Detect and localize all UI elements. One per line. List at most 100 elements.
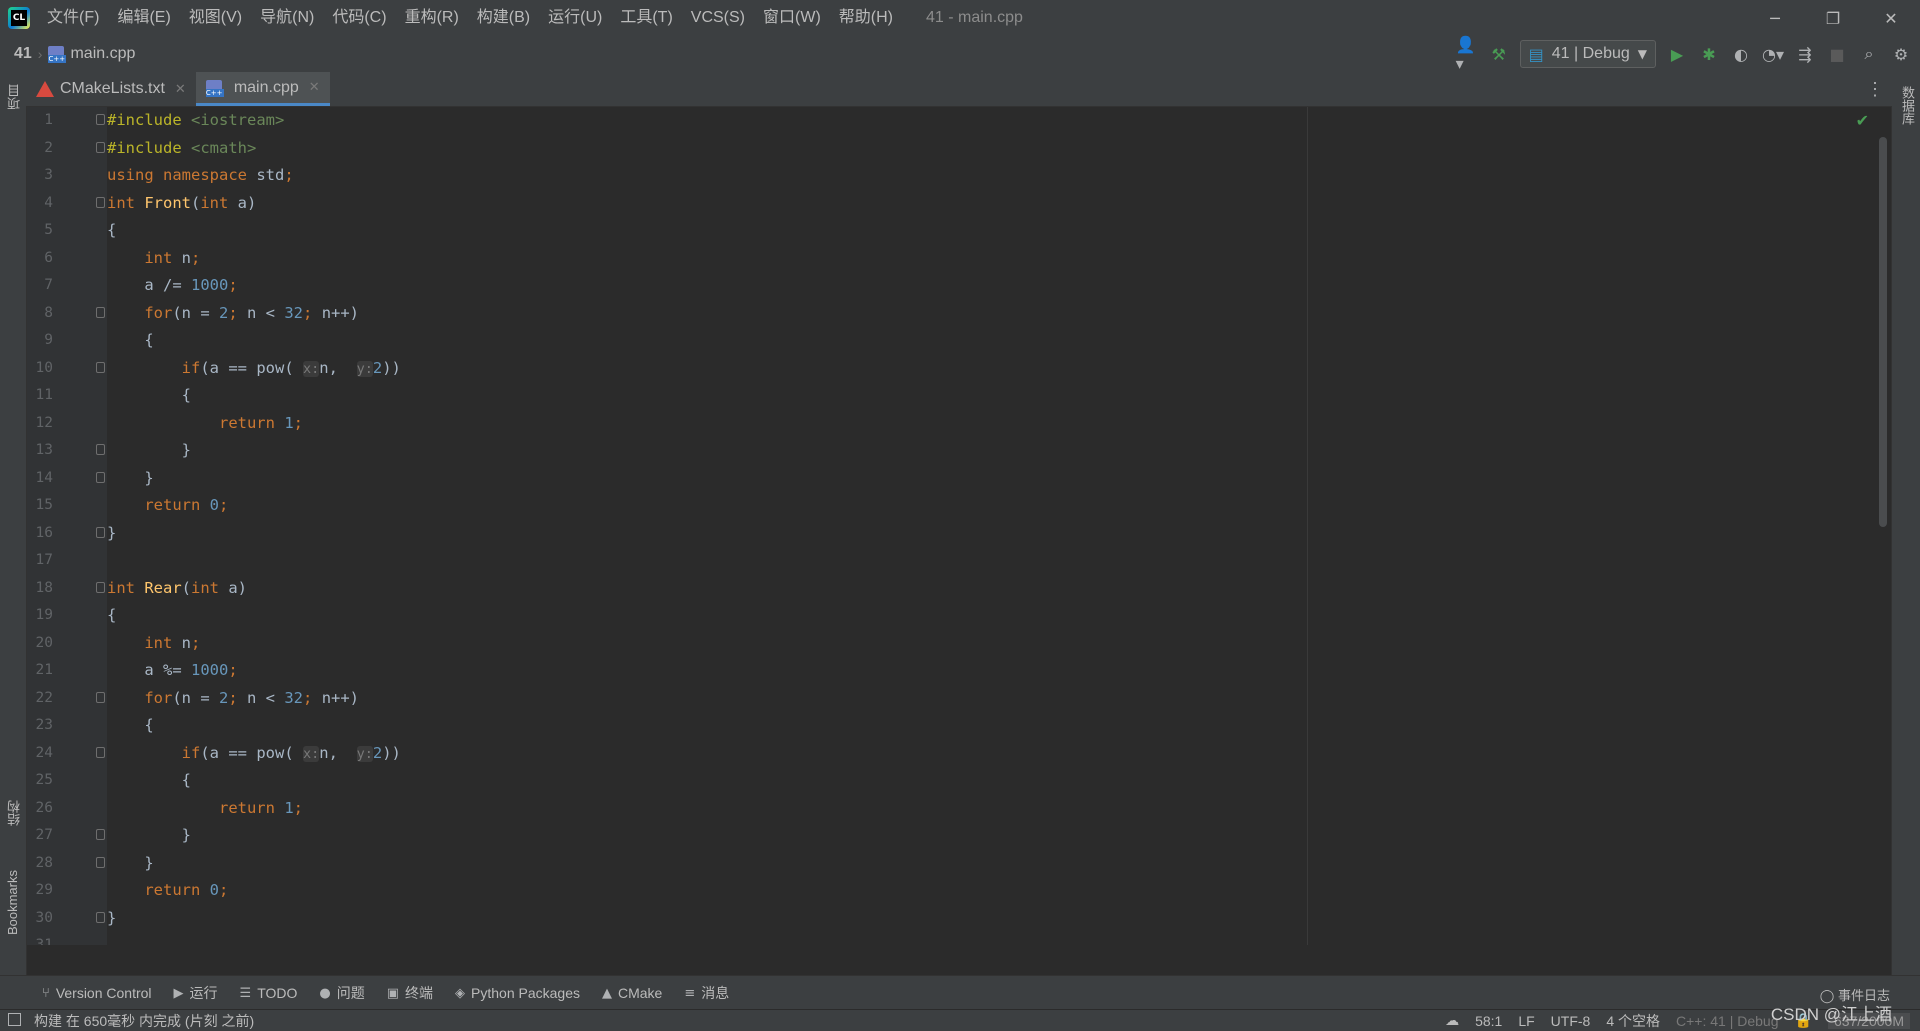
search-icon[interactable]: ⌕ <box>1858 43 1880 65</box>
attach-icon[interactable]: ⇶ <box>1794 43 1816 65</box>
code-line[interactable]: 17 <box>27 547 1891 574</box>
project-panel-toggle[interactable]: 项目 <box>5 84 24 110</box>
fold-marker-icon[interactable] <box>96 196 105 208</box>
code-line[interactable]: 3 using namespace std; <box>27 162 1891 189</box>
tool-window-消息[interactable]: ≡ 消息 <box>684 983 729 1003</box>
code-line[interactable]: 30} <box>27 905 1891 932</box>
menu-item[interactable]: 窗口(W) <box>754 0 830 36</box>
fold-marker-icon[interactable] <box>96 141 105 153</box>
tool-window-终端[interactable]: ▣ 终端 <box>387 983 433 1003</box>
cloud-icon[interactable]: ☁ <box>1445 1013 1459 1029</box>
code-line[interactable]: 1 #include <iostream> <box>27 107 1891 134</box>
more-options-icon[interactable]: ⋮ <box>1866 72 1884 106</box>
code-line[interactable]: 26 return 1; <box>27 795 1891 822</box>
tool-window-todo[interactable]: ☰ TODO <box>240 985 298 1001</box>
structure-panel-toggle[interactable]: 结构 <box>5 800 24 826</box>
code-line[interactable]: 27 } <box>27 822 1891 849</box>
fold-marker-icon[interactable] <box>96 444 105 455</box>
menu-item[interactable]: 文件(F) <box>38 0 108 36</box>
code-line[interactable]: 18 int Rear(int a) <box>27 575 1891 602</box>
build-hammer-icon[interactable]: ⚒ <box>1488 43 1510 65</box>
code-line[interactable]: 16} <box>27 520 1891 547</box>
code-line[interactable]: 4 int Front(int a) <box>27 190 1891 217</box>
code-line[interactable]: 9 { <box>27 327 1891 354</box>
code-line[interactable]: 29 return 0; <box>27 877 1891 904</box>
fold-marker-icon[interactable] <box>96 471 105 483</box>
code-line[interactable]: 19 { <box>27 602 1891 629</box>
fold-marker-icon[interactable] <box>96 829 105 840</box>
breadcrumb-file[interactable]: main.cpp <box>70 45 135 63</box>
indent-setting[interactable]: 4 个空格 <box>1606 1011 1660 1031</box>
tab-main-cpp[interactable]: main.cpp ✕ <box>195 72 330 106</box>
menu-item[interactable]: VCS(S) <box>682 0 754 36</box>
tab-close-icon[interactable]: ✕ <box>175 82 186 97</box>
code-line[interactable]: 6 int n; <box>27 245 1891 272</box>
menu-item[interactable]: 构建(B) <box>468 0 539 36</box>
menu-item[interactable]: 视图(V) <box>180 0 251 36</box>
fold-marker-icon[interactable] <box>96 911 105 923</box>
code-line[interactable]: 5{ <box>27 217 1891 244</box>
tool-window-python-packages[interactable]: ◈ Python Packages <box>455 985 580 1001</box>
tab-close-icon[interactable]: ✕ <box>309 80 320 95</box>
menu-item[interactable]: 编辑(E) <box>108 0 179 36</box>
menu-item[interactable]: 帮助(H) <box>830 0 902 36</box>
menu-item[interactable]: 代码(C) <box>323 0 395 36</box>
code-line[interactable]: 13 } <box>27 437 1891 464</box>
bookmarks-panel-toggle[interactable]: Bookmarks <box>5 870 20 935</box>
code-line[interactable]: 21 a %= 1000; <box>27 657 1891 684</box>
tool-windows-toggle-icon[interactable] <box>8 1013 21 1026</box>
menu-item[interactable]: 重构(R) <box>396 0 468 36</box>
menu-item[interactable]: 工具(T) <box>611 0 681 36</box>
run-configuration-select[interactable]: ▤ 41 | Debug ▼ <box>1519 40 1656 68</box>
code-line[interactable]: 2 #include <cmath> <box>27 135 1891 162</box>
code-line[interactable]: 8 for(n = 2; n < 32; n++) <box>27 300 1891 327</box>
code-line[interactable]: 11 { <box>27 382 1891 409</box>
fold-marker-icon[interactable] <box>96 746 105 758</box>
stop-icon[interactable]: ■ <box>1826 43 1848 65</box>
tool-window-version-control[interactable]: ⑂ Version Control <box>42 985 152 1001</box>
code-line[interactable]: 25 { <box>27 767 1891 794</box>
profile-icon[interactable]: ◔▾ <box>1762 43 1784 65</box>
menu-item[interactable]: 导航(N) <box>251 0 323 36</box>
fold-marker-icon[interactable] <box>96 581 105 593</box>
tab-cmakelists[interactable]: CMakeLists.txt ✕ <box>26 72 196 106</box>
code-line[interactable]: 31 <box>27 932 1891 945</box>
tool-window-运行[interactable]: ▶ 运行 <box>174 983 218 1003</box>
vertical-scrollbar[interactable] <box>1879 137 1887 527</box>
user-icon[interactable]: 👤▾ <box>1456 35 1478 73</box>
menu-item[interactable]: 运行(U) <box>539 0 611 36</box>
code-line[interactable]: 10 if(a == pow( x:n, y:2)) <box>27 355 1891 382</box>
fold-marker-icon[interactable] <box>96 691 105 703</box>
close-icon[interactable]: ✕ <box>1862 0 1920 36</box>
fold-marker-icon[interactable] <box>96 526 105 538</box>
code-line[interactable]: 7 a /= 1000; <box>27 272 1891 299</box>
minimize-icon[interactable]: ─ <box>1746 0 1804 36</box>
restore-icon[interactable]: ❐ <box>1804 0 1862 36</box>
resolve-context[interactable]: C++: 41 | Debug <box>1676 1013 1778 1029</box>
tool-window-cmake[interactable]: ▲ CMake <box>602 985 662 1001</box>
file-encoding[interactable]: UTF-8 <box>1551 1013 1591 1029</box>
code-line[interactable]: 28 } <box>27 850 1891 877</box>
fold-marker-icon[interactable] <box>96 114 105 125</box>
code-line[interactable]: 15 return 0; <box>27 492 1891 519</box>
run-icon[interactable]: ▶ <box>1666 43 1688 65</box>
breadcrumb-project[interactable]: 41 <box>14 45 32 63</box>
database-panel-toggle[interactable]: 数据库 <box>1898 86 1917 125</box>
code-line[interactable]: 22 for(n = 2; n < 32; n++) <box>27 685 1891 712</box>
tool-window-问题[interactable]: ● 问题 <box>319 983 364 1003</box>
fold-marker-icon[interactable] <box>96 361 105 373</box>
code-line[interactable]: 20 int n; <box>27 630 1891 657</box>
code-line[interactable]: 24 if(a == pow( x:n, y:2)) <box>27 740 1891 767</box>
settings-gear-icon[interactable]: ⚙ <box>1890 43 1912 65</box>
caret-position[interactable]: 58:1 <box>1475 1013 1502 1029</box>
coverage-icon[interactable]: ◐ <box>1730 43 1752 65</box>
fold-marker-icon[interactable] <box>96 306 105 318</box>
code-line[interactable]: 12 return 1; <box>27 410 1891 437</box>
debug-bug-icon[interactable]: ✱ <box>1698 43 1720 65</box>
status-message[interactable]: 构建 在 650毫秒 内完成 (片刻 之前) <box>34 1011 254 1031</box>
code-line[interactable]: 23 { <box>27 712 1891 739</box>
code-line[interactable]: 14 } <box>27 465 1891 492</box>
code-editor[interactable]: 1 #include <iostream> 2 #include <cmath> 3 us… <box>27 107 1891 945</box>
fold-marker-icon[interactable] <box>96 856 105 868</box>
line-separator[interactable]: LF <box>1518 1013 1534 1029</box>
